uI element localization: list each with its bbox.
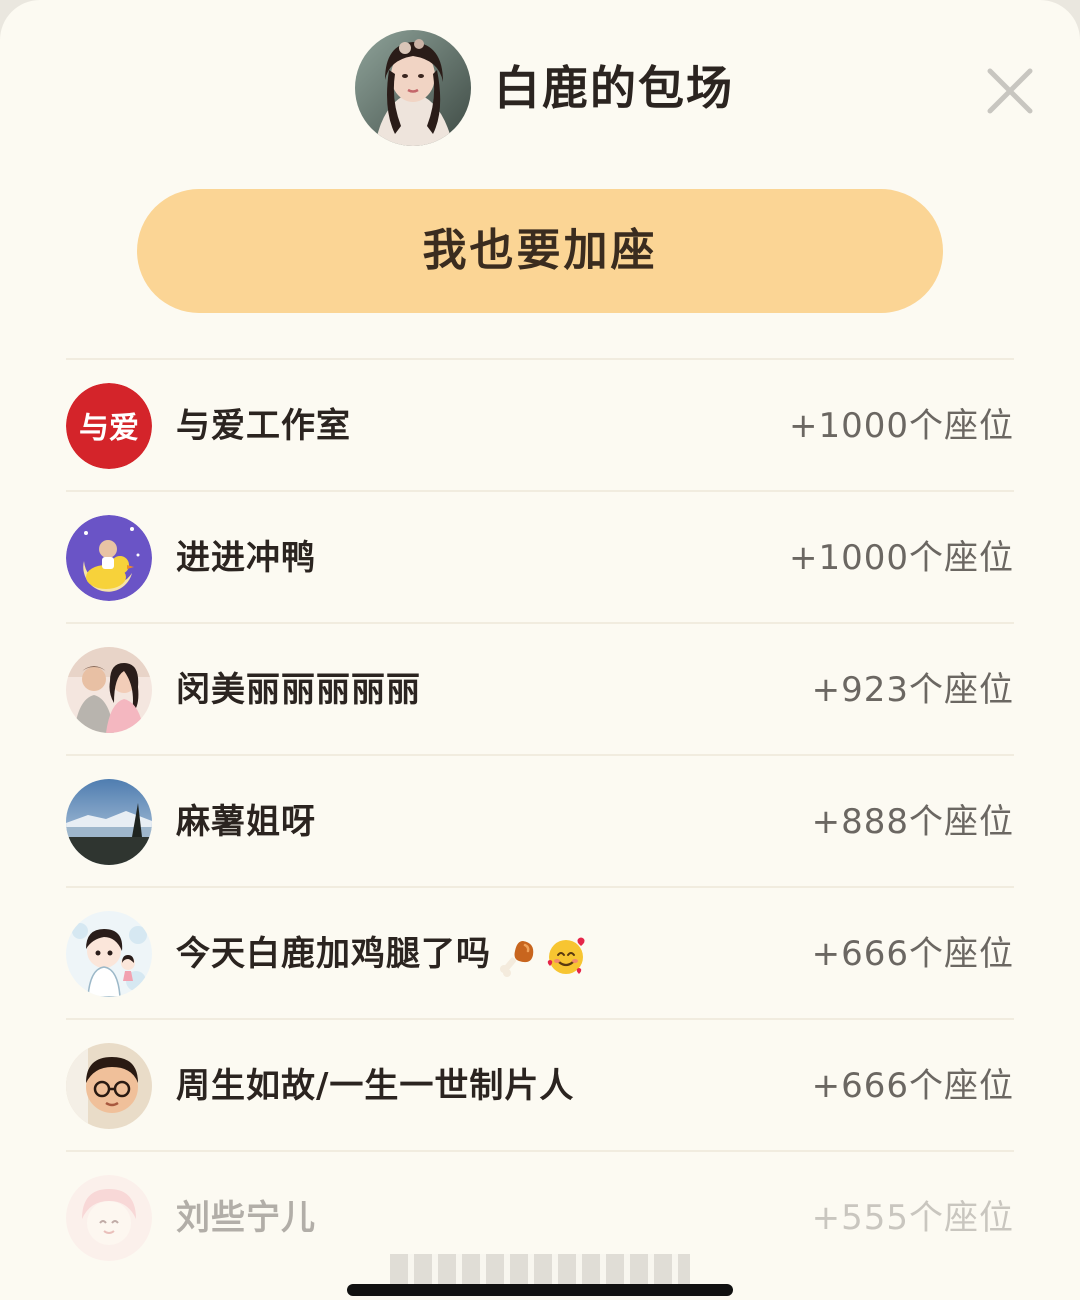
seat-count: +888个座位 [811, 802, 1014, 842]
scroll-fade [390, 1254, 690, 1284]
seat-count: +923个座位 [811, 670, 1014, 710]
host-avatar[interactable] [355, 30, 471, 146]
sheet-header: 白鹿的包场 [0, 30, 1080, 148]
list-item[interactable]: 周生如故/一生一世制片人 +666个座位 [66, 1018, 1014, 1150]
smiling-face-with-hearts-emoji-icon [545, 935, 587, 977]
contributor-name: 麻薯姐呀 [176, 802, 316, 842]
list-item[interactable]: 闵美丽丽丽丽丽 +923个座位 [66, 622, 1014, 754]
avatar [66, 779, 152, 865]
avatar [66, 911, 152, 997]
pink-cartoon-avatar-icon [66, 1175, 152, 1261]
list-item[interactable]: 进进冲鸭 +1000个座位 [66, 490, 1014, 622]
landscape-avatar-icon [66, 779, 152, 865]
contributor-name: 进进冲鸭 [176, 538, 316, 578]
page-title: 白鹿的包场 [494, 61, 734, 115]
avatar [66, 515, 152, 601]
seat-count: +666个座位 [811, 1066, 1014, 1106]
avatar [66, 647, 152, 733]
couple-photo-avatar-icon [66, 647, 152, 733]
seat-count: +666个座位 [811, 934, 1014, 974]
seat-count: +1000个座位 [788, 406, 1014, 446]
list-item[interactable]: 麻薯姐呀 +888个座位 [66, 754, 1014, 886]
close-icon [987, 68, 1033, 114]
add-seats-button[interactable]: 我也要加座 [137, 189, 943, 313]
contributor-name-text: 今天白鹿加鸡腿了吗 [176, 934, 491, 974]
moon-duck-avatar-icon [66, 515, 152, 601]
home-indicator[interactable] [347, 1284, 733, 1296]
cartoon-girl-avatar-icon [66, 911, 152, 997]
seat-count: +1000个座位 [788, 538, 1014, 578]
avatar [66, 1043, 152, 1129]
boy-glasses-avatar-icon [66, 1043, 152, 1129]
contributor-name: 今天白鹿加鸡腿了吗 [176, 926, 587, 982]
contributor-name: 与爱工作室 [176, 406, 351, 446]
avatar: 与爱 [66, 383, 152, 469]
seat-count: +555个座位 [811, 1198, 1014, 1238]
contributor-name: 刘些宁儿 [176, 1198, 316, 1238]
contributor-list: 与爱 与爱工作室 +1000个座位 进进冲鸭 +1000个座位 闵美丽丽丽丽丽 … [66, 358, 1014, 1282]
drumstick-emoji-icon [497, 935, 539, 977]
svg-text:与爱: 与爱 [79, 411, 139, 446]
list-item[interactable]: 今天白鹿加鸡腿了吗 +666个座位 [66, 886, 1014, 1018]
list-item[interactable]: 与爱 与爱工作室 +1000个座位 [66, 358, 1014, 490]
host-avatar-portrait-icon [355, 30, 471, 146]
yuai-logo-icon: 与爱 [66, 383, 152, 469]
contributor-name: 闵美丽丽丽丽丽 [176, 670, 421, 710]
contributor-name: 周生如故/一生一世制片人 [176, 1066, 575, 1106]
close-button[interactable] [982, 63, 1038, 119]
avatar [66, 1175, 152, 1261]
contributors-sheet: 白鹿的包场 我也要加座 与爱 与爱工作室 +1000个座位 进进冲鸭 +1000… [0, 0, 1080, 1300]
